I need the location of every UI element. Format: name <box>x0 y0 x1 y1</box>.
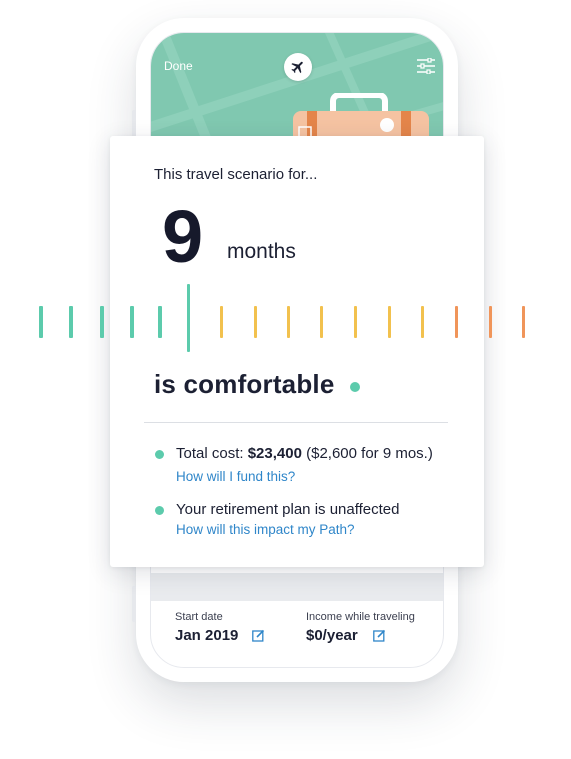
total-cost-text: Total cost: $23,400 ($2,600 for 9 mos.) <box>176 445 433 462</box>
start-date-label: Start date <box>175 611 223 623</box>
ruler-tick[interactable] <box>489 306 492 338</box>
total-cost-value: $23,400 <box>247 445 302 462</box>
start-date-value[interactable]: Jan 2019 <box>175 627 238 644</box>
ruler-tick[interactable] <box>522 306 525 338</box>
ruler-selected-tick[interactable] <box>187 284 190 352</box>
scenario-intro: This travel scenario for... <box>154 166 318 183</box>
status-dot <box>350 382 360 392</box>
path-impact-link[interactable]: How will this impact my Path? <box>176 522 355 537</box>
done-button[interactable]: Done <box>164 59 193 73</box>
ruler-tick[interactable] <box>455 306 458 338</box>
months-value: 9 <box>162 195 204 278</box>
retirement-text: Your retirement plan is unaffected <box>176 501 400 518</box>
screen-gray-band <box>151 573 443 601</box>
ruler-tick[interactable] <box>69 306 73 338</box>
ruler-tick[interactable] <box>254 306 257 338</box>
ruler-tick[interactable] <box>320 306 323 338</box>
status-text: is comfortable <box>154 369 335 399</box>
ruler-tick[interactable] <box>287 306 290 338</box>
ruler-tick[interactable] <box>421 306 424 338</box>
scenario-card: This travel scenario for... 9 months is … <box>110 136 484 567</box>
months-unit: months <box>227 240 296 263</box>
income-label: Income while traveling <box>306 611 415 623</box>
income-value[interactable]: $0/year <box>306 627 358 644</box>
ruler-tick[interactable] <box>130 306 134 338</box>
divider <box>144 422 448 423</box>
ruler-tick[interactable] <box>354 306 357 338</box>
edit-icon[interactable] <box>252 629 265 642</box>
fund-link[interactable]: How will I fund this? <box>176 469 295 484</box>
phone-side-button <box>132 586 136 622</box>
status-bullet <box>155 450 164 459</box>
status-bullet <box>155 506 164 515</box>
trip-details: Start date Jan 2019 Income while traveli… <box>151 601 443 667</box>
ruler-tick[interactable] <box>39 306 43 338</box>
ruler-tick[interactable] <box>220 306 223 338</box>
ruler-tick[interactable] <box>100 306 104 338</box>
sliders-icon[interactable] <box>417 58 435 74</box>
airplane-icon[interactable] <box>284 53 312 81</box>
edit-icon[interactable] <box>373 629 386 642</box>
ruler-tick[interactable] <box>388 306 391 338</box>
ruler-tick[interactable] <box>158 306 162 338</box>
